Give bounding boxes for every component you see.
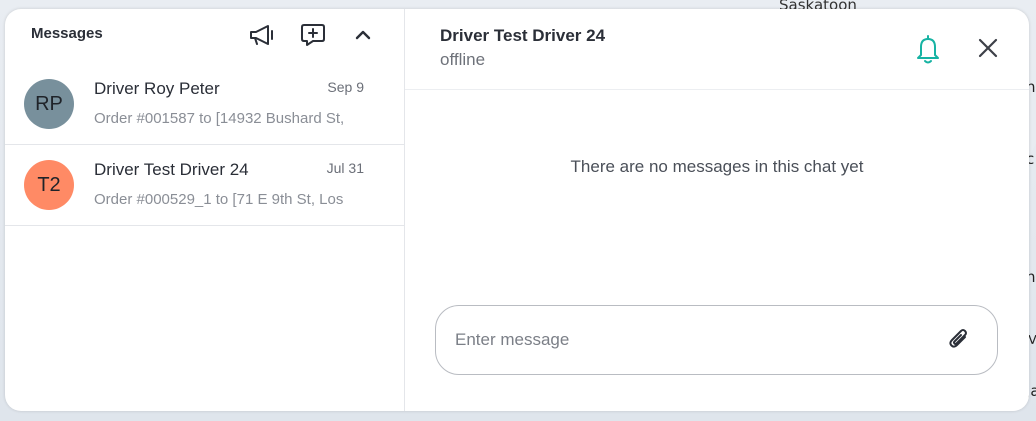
paperclip-icon[interactable]: [945, 326, 973, 354]
conversation-list-panel: Messages RP Driver Roy Peter Sep 9 Order…: [5, 9, 405, 411]
conversation-preview: Order #001587 to [14932 Bushard St,: [94, 110, 345, 127]
conversation-date: Jul 31: [326, 160, 364, 176]
conversation-item[interactable]: T2 Driver Test Driver 24 Jul 31 Order #0…: [5, 145, 404, 226]
chevron-up-icon[interactable]: [349, 21, 377, 49]
message-composer: [435, 305, 998, 375]
conversation-item[interactable]: RP Driver Roy Peter Sep 9 Order #001587 …: [5, 57, 404, 145]
new-chat-icon[interactable]: [299, 21, 327, 49]
chat-contact-status: offline: [440, 50, 486, 69]
conversation-name: Driver Test Driver 24: [94, 160, 249, 179]
messages-title: Messages: [31, 24, 103, 42]
empty-chat-text: There are no messages in this chat yet: [570, 157, 864, 176]
conversation-date: Sep 9: [327, 79, 364, 95]
message-input[interactable]: [455, 330, 925, 350]
avatar: RP: [24, 79, 74, 129]
messages-header: Messages: [5, 9, 404, 57]
megaphone-icon[interactable]: [248, 21, 276, 49]
close-icon[interactable]: [975, 35, 1001, 61]
avatar: T2: [24, 160, 74, 210]
chat-panel: Driver Test Driver 24 offline There are …: [405, 9, 1029, 411]
chat-contact-name: Driver Test Driver 24: [440, 26, 606, 45]
bell-icon[interactable]: [913, 33, 943, 65]
chat-header: Driver Test Driver 24 offline: [405, 9, 1029, 90]
conversation-preview: Order #000529_1 to [71 E 9th St, Los: [94, 191, 344, 208]
conversation-name: Driver Roy Peter: [94, 79, 220, 98]
messages-widget: Messages RP Driver Roy Peter Sep 9 Order…: [5, 9, 1029, 411]
